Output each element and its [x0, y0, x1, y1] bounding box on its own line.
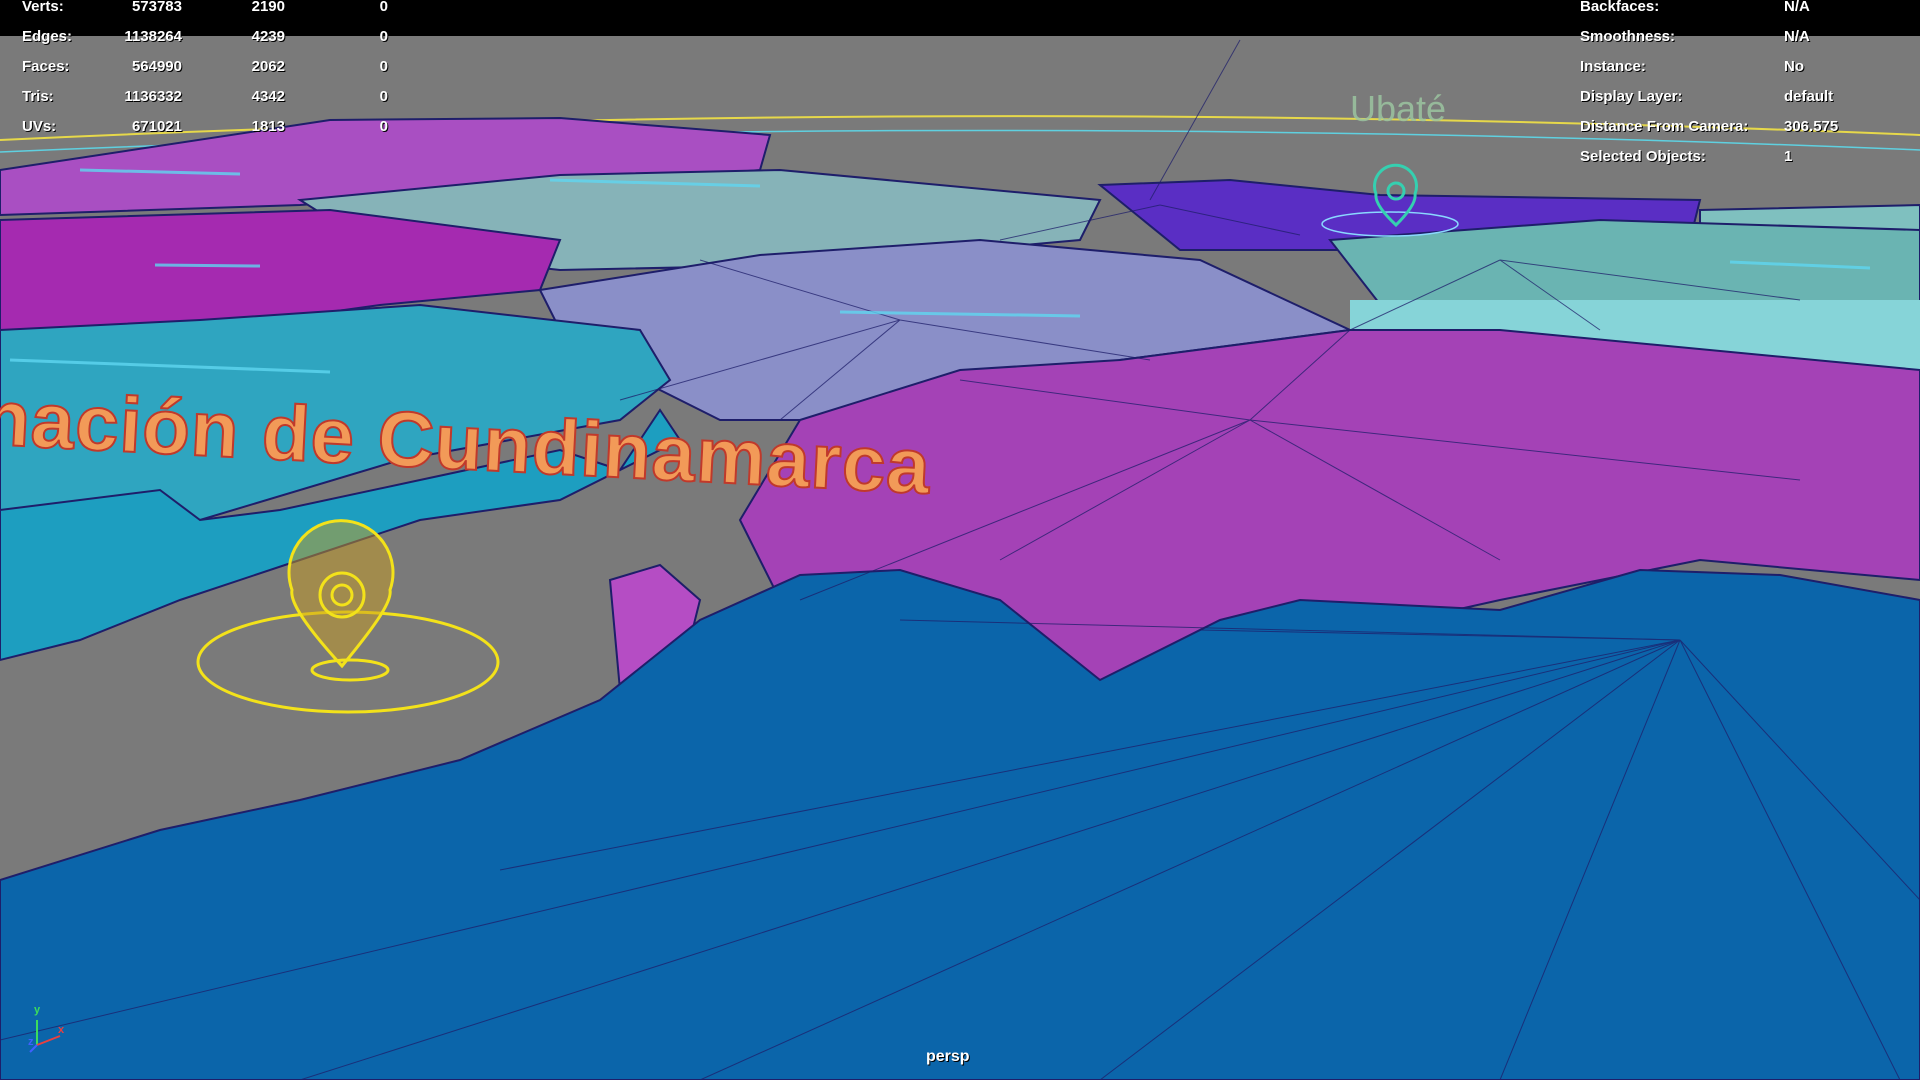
- hud-value: N/A: [1784, 28, 1810, 45]
- hud-label: Tris:: [22, 88, 54, 105]
- hud-label: UVs:: [22, 118, 57, 135]
- hud-row-tris: Tris: 1136332 4342 0: [0, 82, 388, 112]
- axis-z-label: z: [28, 1036, 34, 1048]
- hud-label: Faces:: [22, 58, 70, 75]
- hud-value: 564990: [131, 58, 182, 75]
- axis-gizmo-lines: [29, 1020, 61, 1053]
- 3d-viewport[interactable]: nación de Cundinamarca Ubaté Verts: 5737…: [0, 0, 1920, 1080]
- hud-label: Backfaces:: [1580, 0, 1660, 15]
- hud-row-backfaces: Backfaces: N/A: [1580, 0, 1920, 22]
- hud-value: 4239: [251, 28, 285, 45]
- camera-name-label: persp: [926, 1048, 970, 1065]
- hud-value: 0: [379, 28, 388, 45]
- hud-row-uvs: UVs: 671021 1813 0: [0, 112, 388, 142]
- hud-value: 0: [379, 88, 388, 105]
- hud-label: Selected Objects:: [1580, 148, 1706, 165]
- axis-y-label: y: [34, 1004, 41, 1016]
- poly-count-hud: Verts: 573783 2190 0 Edges: 1138264 4239…: [0, 0, 388, 142]
- hud-row-faces: Faces: 564990 2062 0: [0, 52, 388, 82]
- hud-row-verts: Verts: 573783 2190 0: [0, 0, 388, 22]
- hud-row-smoothness: Smoothness: N/A: [1580, 22, 1920, 52]
- hud-label: Instance:: [1580, 58, 1646, 75]
- hud-label: Distance From Camera:: [1580, 118, 1749, 135]
- hud-value: No: [1784, 58, 1804, 75]
- hud-label: Smoothness:: [1580, 28, 1676, 45]
- hud-row-instance: Instance: No: [1580, 52, 1920, 82]
- hud-row-distance: Distance From Camera: 306.575: [1580, 112, 1920, 142]
- object-details-hud: Backfaces: N/A Smoothness: N/A Instance:…: [1580, 0, 1920, 172]
- town-name-label: Ubaté: [1350, 88, 1447, 129]
- hud-value: 4342: [251, 88, 285, 105]
- hud-value: default: [1784, 88, 1834, 105]
- hud-row-display-layer: Display Layer: default: [1580, 82, 1920, 112]
- hud-value: 671021: [131, 118, 182, 135]
- hud-value: 0: [379, 58, 388, 75]
- hud-value: 306.575: [1784, 118, 1839, 135]
- hud-value: 2062: [251, 58, 285, 75]
- hud-label: Edges:: [22, 28, 73, 45]
- hud-value: 1: [1784, 148, 1793, 165]
- hud-value: N/A: [1784, 0, 1810, 15]
- hud-value: 0: [379, 0, 388, 15]
- hud-value: 1813: [251, 118, 285, 135]
- hud-value: 2190: [251, 0, 285, 15]
- hud-row-edges: Edges: 1138264 4239 0: [0, 22, 388, 52]
- hud-label: Display Layer:: [1580, 88, 1683, 105]
- hud-row-selected-objects: Selected Objects: 1: [1580, 142, 1920, 172]
- axis-x-label: x: [58, 1024, 65, 1036]
- hud-value: 573783: [131, 0, 182, 15]
- hud-value: 0: [379, 118, 388, 135]
- hud-value: 1138264: [124, 28, 182, 45]
- hud-value: 1136332: [124, 88, 182, 105]
- hud-label: Verts:: [22, 0, 64, 15]
